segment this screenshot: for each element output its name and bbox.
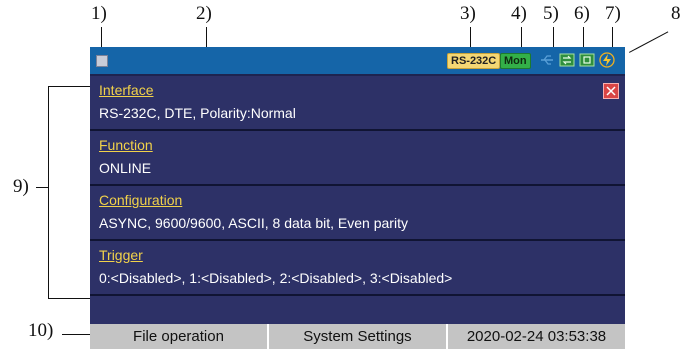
datetime-display: 2020-02-24 03:53:38 bbox=[466, 328, 607, 345]
callout-2: 2) bbox=[196, 3, 212, 24]
close-icon[interactable] bbox=[603, 83, 619, 99]
bottom-bar: File operation System Settings 2020-02-2… bbox=[90, 324, 625, 349]
bracket-9-bottom bbox=[48, 298, 96, 299]
section-title-interface[interactable]: Interface bbox=[99, 82, 153, 98]
usb-icon bbox=[541, 55, 553, 65]
leader-line-10 bbox=[62, 334, 90, 335]
leader-line-8 bbox=[629, 31, 669, 53]
bracket-9-vertical bbox=[48, 86, 49, 298]
section-title-trigger[interactable]: Trigger bbox=[99, 247, 143, 263]
callout-6: 6) bbox=[574, 3, 590, 24]
bracket-9-top bbox=[48, 86, 96, 87]
section-function[interactable]: Function ONLINE bbox=[90, 131, 625, 186]
callout-8: 8 bbox=[671, 3, 681, 24]
leader-line-2 bbox=[206, 27, 207, 47]
system-settings-button[interactable]: System Settings bbox=[269, 324, 448, 349]
section-title-configuration[interactable]: Configuration bbox=[99, 192, 182, 208]
menu-square-icon[interactable] bbox=[96, 55, 108, 67]
section-interface[interactable]: Interface RS-232C, DTE, Polarity:Normal bbox=[90, 76, 625, 131]
callout-4: 4) bbox=[511, 3, 527, 24]
section-title-function[interactable]: Function bbox=[99, 137, 153, 153]
mode-badge: Mon bbox=[500, 53, 531, 69]
section-value-trigger: 0:<Disabled>, 1:<Disabled>, 2:<Disabled>… bbox=[99, 270, 453, 286]
storage-icon bbox=[579, 53, 595, 67]
section-trigger[interactable]: Trigger 0:<Disabled>, 1:<Disabled>, 2:<D… bbox=[90, 241, 625, 296]
file-operation-button[interactable]: File operation bbox=[90, 324, 269, 349]
callout-10: 10) bbox=[28, 320, 54, 341]
network-icon bbox=[559, 53, 575, 67]
callout-1: 1) bbox=[91, 3, 107, 24]
callout-5: 5) bbox=[543, 3, 559, 24]
device-screen: RS-232C Mon Interface RS-232C, DTE, Pola… bbox=[90, 47, 625, 324]
bracket-9-tick bbox=[36, 187, 48, 188]
section-configuration[interactable]: Configuration ASYNC, 9600/9600, ASCII, 8… bbox=[90, 186, 625, 241]
section-value-interface: RS-232C, DTE, Polarity:Normal bbox=[99, 105, 296, 121]
power-icon bbox=[599, 52, 615, 68]
leader-line-1 bbox=[101, 27, 102, 47]
status-bar: RS-232C Mon bbox=[90, 47, 625, 74]
section-value-configuration: ASYNC, 9600/9600, ASCII, 8 data bit, Eve… bbox=[99, 215, 408, 231]
section-value-function: ONLINE bbox=[99, 160, 152, 176]
port-badge: RS-232C bbox=[447, 53, 501, 69]
callout-7: 7) bbox=[605, 3, 621, 24]
callout-9: 9) bbox=[13, 176, 29, 197]
section-partial bbox=[90, 296, 625, 324]
callout-3: 3) bbox=[460, 3, 476, 24]
